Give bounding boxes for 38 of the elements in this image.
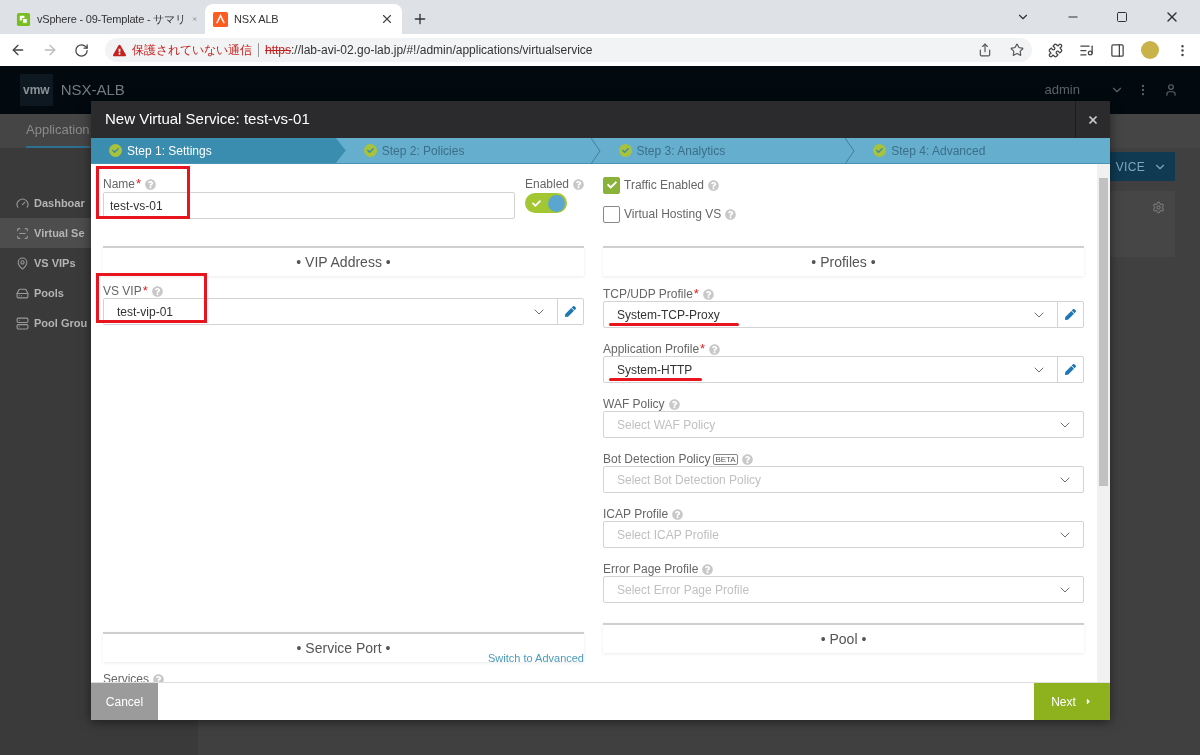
sidebar-label: Dashboar (34, 195, 85, 211)
field-label: WAF Policy (603, 398, 665, 410)
sidebar-label: Pools (34, 285, 64, 301)
field-label: Bot Detection Policy (603, 453, 711, 465)
url-text: https://lab-avi-02.go-lab.jp/#!/admin/applications/virtualservice (265, 42, 593, 59)
field-label: Enabled (524, 176, 569, 193)
field-label: Application Profile (603, 343, 700, 355)
security-warning: 保護されていない通信 (132, 42, 252, 59)
section-header: • Pool • (603, 623, 1084, 653)
required-mark: * (693, 287, 699, 300)
sidebar-label: VS VIPs (34, 255, 76, 271)
field-label: Name (103, 178, 135, 190)
checkbox-label: Virtual Hosting VS (624, 206, 722, 223)
select-value: System-TCP-Proxy (617, 306, 720, 324)
field-label: ICAP Profile (603, 508, 669, 520)
required-mark: * (136, 177, 142, 190)
select-value: System-HTTP (617, 361, 693, 379)
select-placeholder: Select Bot Detection Policy (617, 471, 762, 489)
vmw-logo: vmw (20, 74, 53, 106)
tab-title: vSphere - 09-Template - サマリ (37, 11, 186, 27)
tab-title: NSX ALB (234, 11, 280, 27)
select-placeholder: Select Error Page Profile (617, 581, 750, 599)
product-name: NSX-ALB (60, 79, 125, 100)
select-placeholder: Select ICAP Profile (617, 526, 719, 544)
beta-badge: BETA (713, 453, 738, 465)
modal-title: New Virtual Service: test-vs-01 (104, 109, 311, 130)
select-value: test-vip-01 (117, 303, 174, 321)
field-label: Error Page Profile (603, 563, 699, 575)
sidebar-label: Pool Grou (34, 315, 88, 331)
required-mark: * (142, 284, 148, 297)
checkbox-label: Traffic Enabled (624, 177, 705, 194)
required-mark: * (700, 342, 706, 355)
field-label: VS VIP (103, 285, 142, 297)
section-header: • VIP Address • (103, 246, 584, 276)
field-label: TCP/UDP Profile (603, 288, 693, 300)
sidebar-label: Virtual Se (34, 225, 85, 241)
section-header: • Profiles • (603, 246, 1084, 276)
select-placeholder: Select WAF Policy (617, 416, 716, 434)
